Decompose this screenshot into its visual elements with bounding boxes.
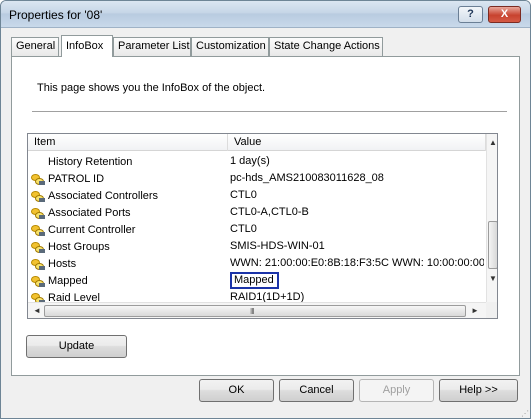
vertical-scrollbar[interactable]: ▲ ▼: [486, 134, 497, 302]
item-label: Mapped: [48, 275, 88, 287]
column-header-item[interactable]: Item: [28, 134, 228, 151]
list-header: Item Value: [28, 134, 486, 151]
users-icon: [30, 206, 46, 220]
item-label: Hosts: [48, 258, 77, 270]
help-title-button[interactable]: ?: [458, 6, 483, 23]
item-label: Associated Controllers: [48, 190, 159, 202]
apply-button[interactable]: Apply: [359, 379, 434, 402]
item-value: WWN: 21:00:00:E0:8B:18:F3:5C WWN: 10:00:…: [230, 257, 484, 269]
item-value: pc-hds_AMS210083011628_08: [230, 172, 384, 184]
properties-dialog: Properties for '08' ? X General InfoBox …: [0, 0, 531, 419]
scroll-down-icon[interactable]: ▼: [487, 272, 497, 286]
vertical-scroll-thumb[interactable]: [488, 221, 497, 269]
item-value: CTL0-A,CTL0-B: [230, 206, 309, 218]
update-button[interactable]: Update: [26, 335, 127, 358]
horizontal-scrollbar[interactable]: ◄ III ►: [28, 302, 486, 318]
horizontal-scroll-thumb[interactable]: III: [44, 305, 466, 317]
tab-infobox[interactable]: InfoBox: [61, 35, 113, 57]
scrollbar-corner: [486, 302, 497, 318]
item-value: 1 day(s): [230, 155, 270, 167]
list-item[interactable]: Mapped Mapped: [28, 272, 486, 289]
item-label: Current Controller: [48, 224, 136, 236]
tab-state-change-actions[interactable]: State Change Actions: [269, 37, 383, 56]
item-label: Host Groups: [48, 241, 110, 253]
resize-grip-icon[interactable]: ⋰: [521, 409, 529, 418]
title-bar[interactable]: Properties for '08' ? X: [1, 1, 530, 28]
close-button[interactable]: X: [488, 6, 521, 23]
infobox-panel: This page shows you the InfoBox of the o…: [11, 56, 520, 376]
window-title: Properties for '08': [9, 8, 103, 22]
item-value-highlighted: Mapped: [230, 272, 279, 289]
tab-general[interactable]: General: [11, 37, 59, 56]
item-value: CTL0: [230, 223, 257, 235]
list-item[interactable]: History Retention 1 day(s): [28, 153, 486, 170]
scroll-left-icon[interactable]: ◄: [30, 303, 44, 318]
list-item[interactable]: Hosts WWN: 21:00:00:E0:8B:18:F3:5C WWN: …: [28, 255, 486, 272]
list-item[interactable]: Host Groups SMIS-HDS-WIN-01: [28, 238, 486, 255]
item-label: PATROL ID: [48, 173, 105, 185]
separator: [32, 111, 507, 113]
users-icon: [30, 274, 46, 288]
item-value: SMIS-HDS-WIN-01: [230, 240, 325, 252]
panel-description: This page shows you the InfoBox of the o…: [37, 82, 266, 94]
column-header-value[interactable]: Value: [228, 134, 486, 151]
cancel-button[interactable]: Cancel: [279, 379, 354, 402]
list-item[interactable]: Current Controller CTL0: [28, 221, 486, 238]
item-label: History Retention: [48, 156, 133, 168]
ok-button[interactable]: OK: [199, 379, 274, 402]
infobox-list[interactable]: Item Value History Retention 1 day(s) PA…: [27, 133, 498, 319]
help-button[interactable]: Help >>: [439, 379, 518, 402]
grip-icon: III: [250, 307, 255, 316]
list-item[interactable]: PATROL ID pc-hds_AMS210083011628_08: [28, 170, 486, 187]
list-rows: History Retention 1 day(s) PATROL ID pc-…: [28, 153, 486, 303]
item-value: CTL0: [230, 189, 257, 201]
item-label: Associated Ports: [48, 207, 131, 219]
users-icon: [30, 172, 46, 186]
scroll-right-icon[interactable]: ►: [468, 303, 482, 318]
users-icon: [30, 240, 46, 254]
list-item[interactable]: Associated Controllers CTL0: [28, 187, 486, 204]
tab-customization[interactable]: Customization: [191, 37, 269, 56]
tab-parameter-list[interactable]: Parameter List: [113, 37, 191, 56]
users-icon: [30, 189, 46, 203]
users-icon: [30, 223, 46, 237]
list-item[interactable]: Raid Level RAID1(1D+1D): [28, 289, 486, 303]
scroll-up-icon[interactable]: ▲: [487, 136, 497, 150]
users-icon: [30, 257, 46, 271]
list-item[interactable]: Associated Ports CTL0-A,CTL0-B: [28, 204, 486, 221]
